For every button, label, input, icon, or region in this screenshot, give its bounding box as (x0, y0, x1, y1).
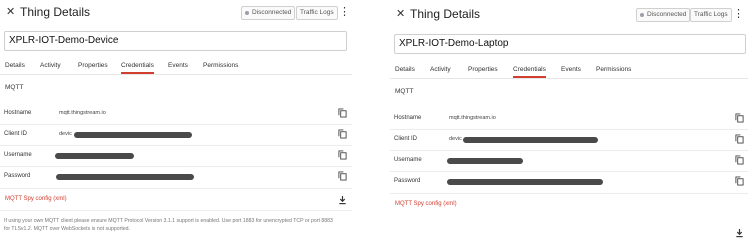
tab-credentials[interactable]: Credentials (513, 65, 546, 78)
redacted-password (56, 174, 194, 180)
thing-name-field[interactable]: XPLR-IOT-Demo-Laptop (394, 34, 746, 54)
redacted-password (447, 179, 603, 185)
redacted-username (55, 153, 134, 159)
connection-status-badge: Disconnected (241, 6, 296, 20)
tab-events[interactable]: Events (168, 61, 188, 71)
tab-events[interactable]: Events (561, 65, 581, 75)
row-divider (0, 210, 352, 211)
panel-header: ✕ Thing Details Disconnected Traffic Log… (0, 4, 352, 22)
tab-details[interactable]: Details (5, 61, 25, 71)
copy-icon[interactable] (735, 176, 744, 186)
download-icon[interactable] (735, 228, 744, 238)
hostname-value: mqtt.thingstream.io (449, 115, 496, 121)
panel-title: Thing Details (20, 5, 91, 19)
client-id-label: Client ID (394, 136, 418, 142)
mqtt-spy-config-link[interactable]: MQTT Spy config (xml) (5, 196, 67, 202)
hostname-label: Hostname (394, 115, 422, 121)
more-vert-icon[interactable]: ⋮ (339, 4, 350, 20)
close-icon[interactable]: ✕ (396, 7, 405, 21)
username-label: Username (4, 152, 32, 158)
status-dot-icon (245, 11, 249, 15)
password-label: Password (4, 173, 31, 179)
hostname-value: mqtt.thingstream.io (59, 110, 106, 116)
status-text: Disconnected (647, 11, 687, 18)
username-label: Username (394, 157, 422, 163)
status-dot-icon (640, 13, 644, 17)
status-text: Disconnected (252, 9, 292, 16)
copy-icon[interactable] (338, 129, 347, 139)
username-row: Username (0, 146, 352, 166)
section-title: MQTT (5, 84, 24, 91)
copy-icon[interactable] (338, 171, 347, 181)
client-id-row: Client ID devic (390, 130, 748, 150)
connection-status-badge: Disconnected (636, 8, 691, 22)
tab-properties[interactable]: Properties (468, 65, 498, 75)
row-divider (390, 193, 748, 194)
tab-bar: Details Activity Properties Credentials … (0, 61, 352, 75)
mqtt-client-note: If using your own MQTT client please ens… (4, 218, 333, 232)
username-row: Username (390, 151, 748, 171)
thing-details-panel-right: ✕ Thing Details Disconnected Traffic Log… (390, 0, 748, 243)
mqtt-spy-config-link[interactable]: MQTT Spy config (xml) (395, 201, 457, 207)
hostname-label: Hostname (4, 110, 32, 116)
redacted-client-id (74, 132, 192, 138)
password-label: Password (394, 178, 421, 184)
tab-permissions[interactable]: Permissions (596, 65, 631, 75)
row-divider (0, 188, 352, 189)
hostname-row: Hostname mqtt.thingstream.io (0, 104, 352, 124)
copy-icon[interactable] (735, 134, 744, 144)
hostname-row: Hostname mqtt.thingstream.io (390, 109, 748, 129)
client-id-row: Client ID devic (0, 125, 352, 145)
thing-details-panel-left: ✕ Thing Details Disconnected Traffic Log… (0, 0, 352, 243)
copy-icon[interactable] (338, 108, 347, 118)
traffic-logs-button[interactable]: Traffic Logs (296, 6, 338, 20)
tab-bar: Details Activity Properties Credentials … (390, 65, 748, 79)
client-id-label: Client ID (4, 131, 28, 137)
client-id-value: devic (59, 131, 72, 137)
redacted-client-id (463, 137, 598, 143)
tab-divider (0, 74, 352, 75)
tab-details[interactable]: Details (395, 65, 415, 75)
panel-title: Thing Details (410, 7, 481, 21)
tab-activity[interactable]: Activity (430, 65, 451, 75)
traffic-logs-button[interactable]: Traffic Logs (690, 8, 732, 22)
copy-icon[interactable] (338, 150, 347, 160)
copy-icon[interactable] (735, 155, 744, 165)
tab-permissions[interactable]: Permissions (203, 61, 238, 71)
tab-activity[interactable]: Activity (40, 61, 61, 71)
client-id-value: devic (449, 136, 462, 142)
password-row: Password (0, 167, 352, 187)
panel-header: ✕ Thing Details Disconnected Traffic Log… (390, 6, 748, 24)
redacted-username (447, 158, 523, 164)
tab-divider (390, 78, 748, 79)
tab-properties[interactable]: Properties (78, 61, 108, 71)
close-icon[interactable]: ✕ (6, 5, 15, 19)
more-vert-icon[interactable]: ⋮ (733, 6, 744, 22)
thing-name-field[interactable]: XPLR-IOT-Demo-Device (4, 31, 347, 51)
password-row: Password (390, 172, 748, 192)
download-icon[interactable] (338, 195, 347, 205)
copy-icon[interactable] (735, 113, 744, 123)
tab-credentials[interactable]: Credentials (121, 61, 154, 74)
section-title: MQTT (395, 88, 414, 95)
